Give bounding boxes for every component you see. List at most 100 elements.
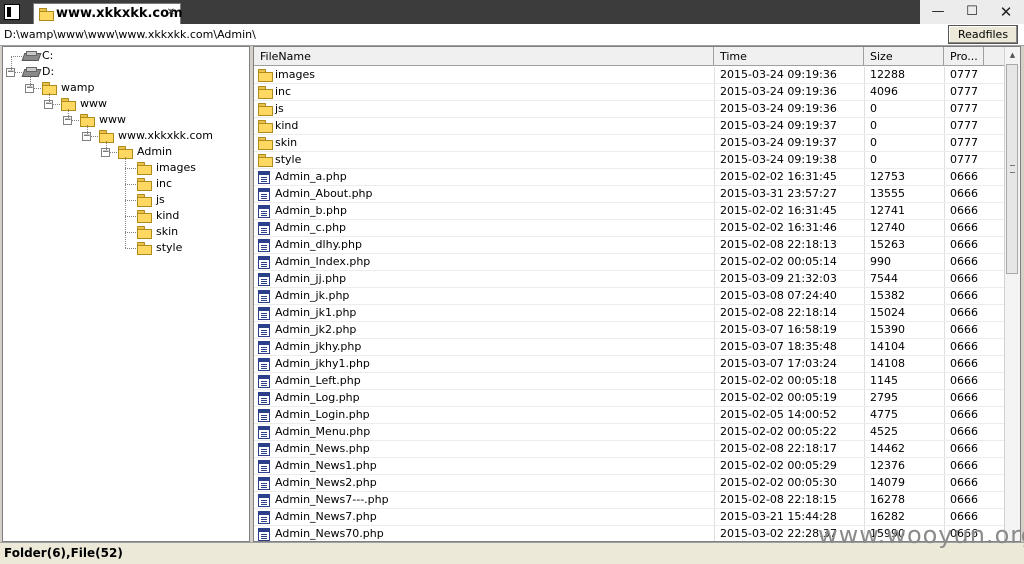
cell-time: 2015-03-24 09:19:36 — [720, 102, 837, 115]
table-row[interactable]: images 2015-03-24 09:19:36 12288 0777 — [254, 67, 1004, 84]
vertical-scrollbar[interactable]: ▲ — [1004, 47, 1020, 541]
table-row[interactable]: Admin_Login.php 2015-02-05 14:00:52 4775 06… — [254, 407, 1004, 424]
scroll-up-icon[interactable]: ▲ — [1005, 47, 1020, 63]
table-row[interactable]: style 2015-03-24 09:19:38 0 0777 — [254, 152, 1004, 169]
tree-connector — [125, 168, 136, 169]
cell-filename: Admin_Log.php — [254, 390, 714, 406]
grip-icon — [1010, 165, 1015, 173]
cell-size: 2795 — [870, 391, 898, 404]
cell-properties: 0666 — [950, 442, 978, 455]
folder-icon — [137, 242, 152, 255]
table-row[interactable]: Admin_b.php 2015-02-02 16:31:45 12741 0666 — [254, 203, 1004, 220]
table-row[interactable]: Admin_jk1.php 2015-02-08 22:18:14 15024 066… — [254, 305, 1004, 322]
scroll-thumb[interactable] — [1006, 64, 1018, 274]
minimize-button[interactable]: — — [922, 2, 954, 22]
table-row[interactable]: Admin_Left.php 2015-02-02 00:05:18 1145 066… — [254, 373, 1004, 390]
cell-properties: 0666 — [950, 306, 978, 319]
table-row[interactable]: Admin_jk.php 2015-03-08 07:24:40 15382 0666 — [254, 288, 1004, 305]
cell-size: 14079 — [870, 476, 905, 489]
table-row[interactable]: Admin_News.php 2015-02-08 22:18:17 14462 06… — [254, 441, 1004, 458]
table-row[interactable]: js 2015-03-24 09:19:36 0 0777 — [254, 101, 1004, 118]
cell-properties: 0666 — [950, 374, 978, 387]
cell-size: 12376 — [870, 459, 905, 472]
cell-filename: Admin_Menu.php — [254, 424, 714, 440]
path-input[interactable] — [2, 26, 946, 43]
tree-node-label: images — [156, 161, 196, 174]
table-row[interactable]: Admin_About.php 2015-03-31 23:57:27 13555 0… — [254, 186, 1004, 203]
cell-size: 0 — [870, 153, 877, 166]
cell-time: 2015-02-02 00:05:22 — [720, 425, 837, 438]
cell-time: 2015-03-07 18:35:48 — [720, 340, 837, 353]
file-name: Admin_News7---.php — [275, 493, 389, 506]
cell-filename: Admin_jk2.php — [254, 322, 714, 338]
cell-filename: Admin_jk1.php — [254, 305, 714, 321]
table-row[interactable]: Admin_a.php 2015-02-02 16:31:45 12753 0666 — [254, 169, 1004, 186]
table-row[interactable]: Admin_jk2.php 2015-03-07 16:58:19 15390 066… — [254, 322, 1004, 339]
column-header-properties[interactable]: Pro... — [944, 47, 984, 65]
tab-close-icon[interactable]: ✕ — [167, 7, 175, 18]
table-row[interactable]: Admin_jj.php 2015-03-09 21:32:03 7544 0666 — [254, 271, 1004, 288]
cell-filename: style — [254, 152, 714, 168]
column-header-filename[interactable]: FileName — [254, 47, 714, 65]
drive-icon — [23, 66, 39, 76]
folder-tree[interactable]: C: − D: − wamp − www − www − www.xkkxkk.com − Admin i… — [2, 46, 250, 542]
tab-title: www.xkkxkk.com — [56, 6, 183, 21]
file-name: Admin_c.php — [275, 221, 347, 234]
cell-time: 2015-02-08 22:18:17 — [720, 442, 837, 455]
table-row[interactable]: Admin_News1.php 2015-02-02 00:05:29 12376 0… — [254, 458, 1004, 475]
folder-icon — [258, 120, 273, 133]
cell-filename: Admin_News.php — [254, 441, 714, 457]
php-file-icon — [258, 375, 270, 388]
file-name: inc — [275, 85, 292, 98]
tab-site[interactable]: www.xkkxkk.com ✕ — [33, 3, 183, 24]
table-row[interactable]: Admin_News7---.php 2015-02-08 22:18:15 162… — [254, 492, 1004, 509]
file-list: FileName Time Size Pro... images 2015-03-… — [253, 46, 1021, 542]
cell-time: 2015-02-05 14:00:52 — [720, 408, 837, 421]
table-row[interactable]: Admin_News2.php 2015-02-02 00:05:30 14079 0… — [254, 475, 1004, 492]
table-row[interactable]: Admin_jkhy1.php 2015-03-07 17:03:24 14108 0… — [254, 356, 1004, 373]
table-row[interactable]: Admin_Menu.php 2015-02-02 00:05:22 4525 066… — [254, 424, 1004, 441]
tree-connector — [30, 77, 31, 88]
close-button[interactable]: ✕ — [990, 2, 1022, 22]
list-header: FileName Time Size Pro... — [254, 47, 1004, 66]
cell-filename: Admin_News70.php — [254, 526, 714, 541]
table-row[interactable]: Admin_jkhy.php 2015-03-07 18:35:48 14104 06… — [254, 339, 1004, 356]
cell-time: 2015-03-31 23:57:27 — [720, 187, 837, 200]
column-header-size[interactable]: Size — [864, 47, 944, 65]
cell-filename: Admin_Index.php — [254, 254, 714, 270]
maximize-button[interactable]: ☐ — [956, 2, 988, 22]
tree-node-label: style — [156, 241, 183, 254]
cell-properties: 0666 — [950, 476, 978, 489]
php-file-icon — [258, 341, 270, 354]
file-name: images — [275, 68, 315, 81]
readfiles-button[interactable]: Readfiles — [948, 25, 1018, 44]
table-row[interactable]: skin 2015-03-24 09:19:37 0 0777 — [254, 135, 1004, 152]
cell-time: 2015-02-08 22:18:15 — [720, 493, 837, 506]
table-row[interactable]: inc 2015-03-24 09:19:36 4096 0777 — [254, 84, 1004, 101]
php-file-icon — [258, 477, 270, 490]
cell-time: 2015-02-08 22:18:13 — [720, 238, 837, 251]
file-name: Admin_jkhy1.php — [275, 357, 370, 370]
cell-time: 2015-02-02 00:05:19 — [720, 391, 837, 404]
cell-properties: 0777 — [950, 68, 978, 81]
app-window-icon[interactable] — [4, 4, 20, 20]
window-controls: — ☐ ✕ — [920, 0, 1024, 24]
cell-time: 2015-02-02 00:05:14 — [720, 255, 837, 268]
table-row[interactable]: Admin_dlhy.php 2015-02-08 22:18:13 15263 06… — [254, 237, 1004, 254]
folder-icon — [258, 103, 273, 116]
cell-properties: 0666 — [950, 323, 978, 336]
table-row[interactable]: Admin_c.php 2015-02-02 16:31:46 12740 0666 — [254, 220, 1004, 237]
tree-connector — [68, 109, 69, 120]
php-file-icon — [258, 239, 270, 252]
table-row[interactable]: kind 2015-03-24 09:19:37 0 0777 — [254, 118, 1004, 135]
table-row[interactable]: Admin_Log.php 2015-02-02 00:05:19 2795 0666 — [254, 390, 1004, 407]
column-header-time[interactable]: Time — [714, 47, 864, 65]
tree-node-label: D: — [42, 65, 55, 78]
cell-size: 7544 — [870, 272, 898, 285]
cell-time: 2015-03-09 21:32:03 — [720, 272, 837, 285]
tree-node-label: www.xkkxkk.com — [118, 129, 213, 142]
table-row[interactable]: Admin_Index.php 2015-02-02 00:05:14 990 066… — [254, 254, 1004, 271]
folder-icon — [258, 137, 273, 150]
cell-time: 2015-02-08 22:18:14 — [720, 306, 837, 319]
tree-connector — [11, 56, 22, 57]
